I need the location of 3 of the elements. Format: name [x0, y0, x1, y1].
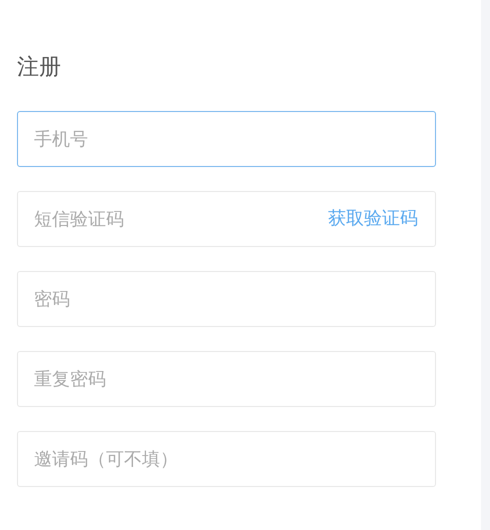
text-field[interactable]: 手机号 [17, 111, 436, 167]
get-code-link[interactable]: 获取验证码 [328, 206, 418, 232]
form-title: 注册 [17, 54, 61, 82]
